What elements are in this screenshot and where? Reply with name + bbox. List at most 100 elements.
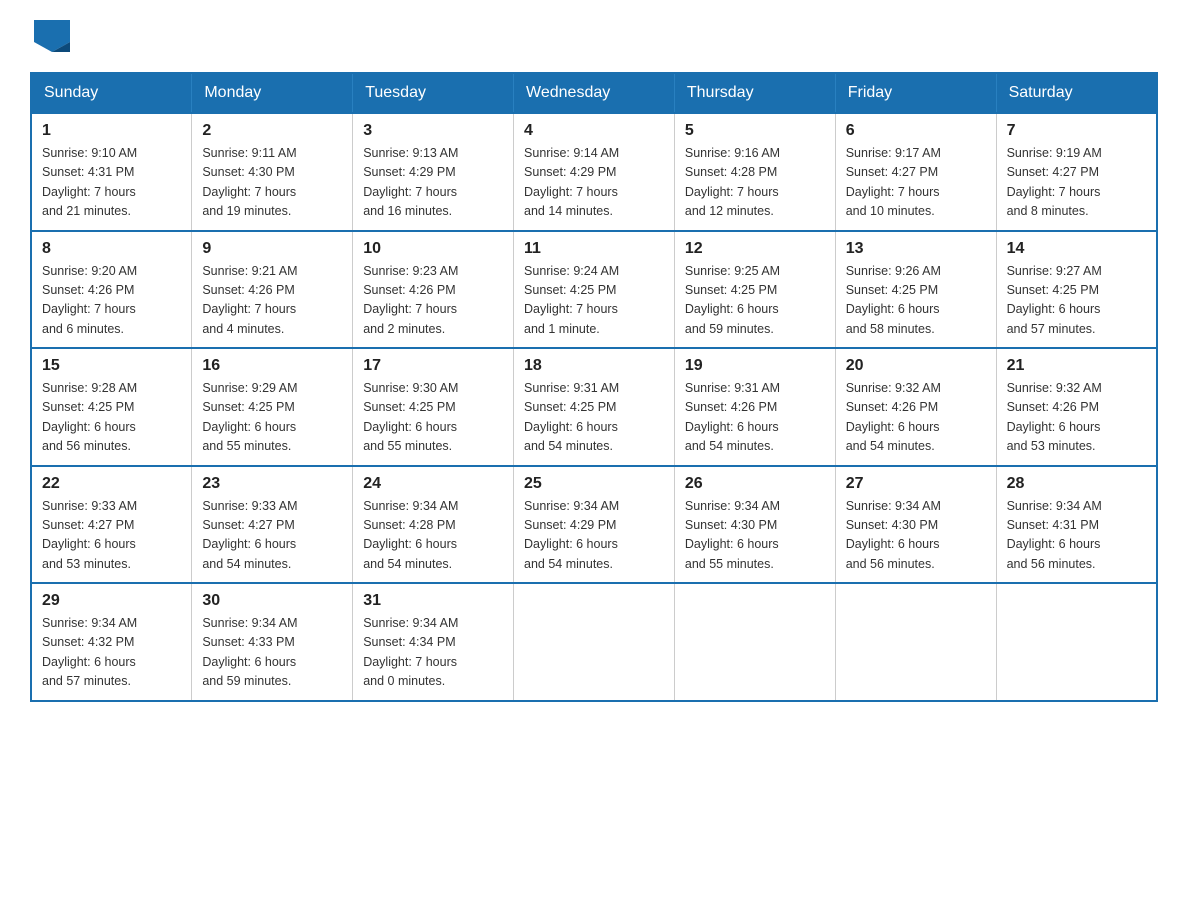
calendar-week-row: 22 Sunrise: 9:33 AMSunset: 4:27 PMDaylig… [31,466,1157,584]
day-info: Sunrise: 9:30 AMSunset: 4:25 PMDaylight:… [363,379,503,457]
day-info: Sunrise: 9:16 AMSunset: 4:28 PMDaylight:… [685,144,825,222]
calendar-cell: 21 Sunrise: 9:32 AMSunset: 4:26 PMDaylig… [996,348,1157,466]
calendar-cell: 28 Sunrise: 9:34 AMSunset: 4:31 PMDaylig… [996,466,1157,584]
day-info: Sunrise: 9:34 AMSunset: 4:30 PMDaylight:… [846,497,986,575]
day-number: 23 [202,475,342,493]
calendar-cell: 19 Sunrise: 9:31 AMSunset: 4:26 PMDaylig… [674,348,835,466]
calendar-cell: 15 Sunrise: 9:28 AMSunset: 4:25 PMDaylig… [31,348,192,466]
day-info: Sunrise: 9:25 AMSunset: 4:25 PMDaylight:… [685,262,825,340]
calendar-table: SundayMondayTuesdayWednesdayThursdayFrid… [30,72,1158,702]
day-info: Sunrise: 9:27 AMSunset: 4:25 PMDaylight:… [1007,262,1146,340]
day-number: 29 [42,592,181,610]
day-of-week-header: Saturday [996,73,1157,113]
calendar-cell: 17 Sunrise: 9:30 AMSunset: 4:25 PMDaylig… [353,348,514,466]
day-info: Sunrise: 9:10 AMSunset: 4:31 PMDaylight:… [42,144,181,222]
day-of-week-header: Monday [192,73,353,113]
day-info: Sunrise: 9:21 AMSunset: 4:26 PMDaylight:… [202,262,342,340]
day-number: 16 [202,357,342,375]
day-number: 8 [42,240,181,258]
day-number: 18 [524,357,664,375]
day-info: Sunrise: 9:34 AMSunset: 4:31 PMDaylight:… [1007,497,1146,575]
day-number: 13 [846,240,986,258]
day-info: Sunrise: 9:33 AMSunset: 4:27 PMDaylight:… [202,497,342,575]
day-number: 17 [363,357,503,375]
day-number: 25 [524,475,664,493]
day-info: Sunrise: 9:34 AMSunset: 4:33 PMDaylight:… [202,614,342,692]
day-number: 10 [363,240,503,258]
calendar-cell: 27 Sunrise: 9:34 AMSunset: 4:30 PMDaylig… [835,466,996,584]
day-info: Sunrise: 9:34 AMSunset: 4:28 PMDaylight:… [363,497,503,575]
day-number: 9 [202,240,342,258]
calendar-cell: 8 Sunrise: 9:20 AMSunset: 4:26 PMDayligh… [31,231,192,349]
day-info: Sunrise: 9:28 AMSunset: 4:25 PMDaylight:… [42,379,181,457]
calendar-cell: 1 Sunrise: 9:10 AMSunset: 4:31 PMDayligh… [31,113,192,231]
logo-icon [34,20,70,52]
day-number: 21 [1007,357,1146,375]
day-number: 22 [42,475,181,493]
calendar-cell: 23 Sunrise: 9:33 AMSunset: 4:27 PMDaylig… [192,466,353,584]
day-info: Sunrise: 9:31 AMSunset: 4:26 PMDaylight:… [685,379,825,457]
calendar-cell: 18 Sunrise: 9:31 AMSunset: 4:25 PMDaylig… [514,348,675,466]
day-number: 14 [1007,240,1146,258]
calendar-week-row: 1 Sunrise: 9:10 AMSunset: 4:31 PMDayligh… [31,113,1157,231]
day-of-week-header: Thursday [674,73,835,113]
calendar-cell: 26 Sunrise: 9:34 AMSunset: 4:30 PMDaylig… [674,466,835,584]
day-info: Sunrise: 9:14 AMSunset: 4:29 PMDaylight:… [524,144,664,222]
calendar-cell: 5 Sunrise: 9:16 AMSunset: 4:28 PMDayligh… [674,113,835,231]
calendar-header-row: SundayMondayTuesdayWednesdayThursdayFrid… [31,73,1157,113]
day-info: Sunrise: 9:34 AMSunset: 4:32 PMDaylight:… [42,614,181,692]
day-of-week-header: Sunday [31,73,192,113]
day-number: 19 [685,357,825,375]
day-info: Sunrise: 9:31 AMSunset: 4:25 PMDaylight:… [524,379,664,457]
calendar-week-row: 15 Sunrise: 9:28 AMSunset: 4:25 PMDaylig… [31,348,1157,466]
day-number: 28 [1007,475,1146,493]
calendar-cell [514,583,675,701]
day-info: Sunrise: 9:20 AMSunset: 4:26 PMDaylight:… [42,262,181,340]
calendar-cell: 7 Sunrise: 9:19 AMSunset: 4:27 PMDayligh… [996,113,1157,231]
day-info: Sunrise: 9:17 AMSunset: 4:27 PMDaylight:… [846,144,986,222]
day-number: 5 [685,122,825,140]
calendar-cell: 11 Sunrise: 9:24 AMSunset: 4:25 PMDaylig… [514,231,675,349]
day-info: Sunrise: 9:34 AMSunset: 4:30 PMDaylight:… [685,497,825,575]
calendar-cell: 3 Sunrise: 9:13 AMSunset: 4:29 PMDayligh… [353,113,514,231]
calendar-cell: 12 Sunrise: 9:25 AMSunset: 4:25 PMDaylig… [674,231,835,349]
calendar-cell: 6 Sunrise: 9:17 AMSunset: 4:27 PMDayligh… [835,113,996,231]
calendar-cell: 20 Sunrise: 9:32 AMSunset: 4:26 PMDaylig… [835,348,996,466]
day-info: Sunrise: 9:34 AMSunset: 4:34 PMDaylight:… [363,614,503,692]
calendar-cell: 31 Sunrise: 9:34 AMSunset: 4:34 PMDaylig… [353,583,514,701]
day-number: 2 [202,122,342,140]
calendar-cell: 24 Sunrise: 9:34 AMSunset: 4:28 PMDaylig… [353,466,514,584]
day-number: 4 [524,122,664,140]
day-info: Sunrise: 9:32 AMSunset: 4:26 PMDaylight:… [846,379,986,457]
day-of-week-header: Tuesday [353,73,514,113]
day-of-week-header: Wednesday [514,73,675,113]
calendar-cell: 16 Sunrise: 9:29 AMSunset: 4:25 PMDaylig… [192,348,353,466]
day-info: Sunrise: 9:19 AMSunset: 4:27 PMDaylight:… [1007,144,1146,222]
day-info: Sunrise: 9:32 AMSunset: 4:26 PMDaylight:… [1007,379,1146,457]
calendar-cell: 14 Sunrise: 9:27 AMSunset: 4:25 PMDaylig… [996,231,1157,349]
calendar-cell: 30 Sunrise: 9:34 AMSunset: 4:33 PMDaylig… [192,583,353,701]
day-info: Sunrise: 9:13 AMSunset: 4:29 PMDaylight:… [363,144,503,222]
calendar-cell: 9 Sunrise: 9:21 AMSunset: 4:26 PMDayligh… [192,231,353,349]
day-info: Sunrise: 9:11 AMSunset: 4:30 PMDaylight:… [202,144,342,222]
day-info: Sunrise: 9:24 AMSunset: 4:25 PMDaylight:… [524,262,664,340]
calendar-week-row: 29 Sunrise: 9:34 AMSunset: 4:32 PMDaylig… [31,583,1157,701]
day-number: 31 [363,592,503,610]
calendar-cell: 2 Sunrise: 9:11 AMSunset: 4:30 PMDayligh… [192,113,353,231]
day-info: Sunrise: 9:23 AMSunset: 4:26 PMDaylight:… [363,262,503,340]
day-number: 26 [685,475,825,493]
day-number: 1 [42,122,181,140]
day-number: 11 [524,240,664,258]
day-number: 15 [42,357,181,375]
day-info: Sunrise: 9:34 AMSunset: 4:29 PMDaylight:… [524,497,664,575]
logo [30,20,74,52]
day-number: 7 [1007,122,1146,140]
calendar-cell: 13 Sunrise: 9:26 AMSunset: 4:25 PMDaylig… [835,231,996,349]
calendar-cell: 10 Sunrise: 9:23 AMSunset: 4:26 PMDaylig… [353,231,514,349]
day-number: 30 [202,592,342,610]
day-number: 20 [846,357,986,375]
day-number: 3 [363,122,503,140]
calendar-cell: 4 Sunrise: 9:14 AMSunset: 4:29 PMDayligh… [514,113,675,231]
day-number: 12 [685,240,825,258]
calendar-cell [674,583,835,701]
